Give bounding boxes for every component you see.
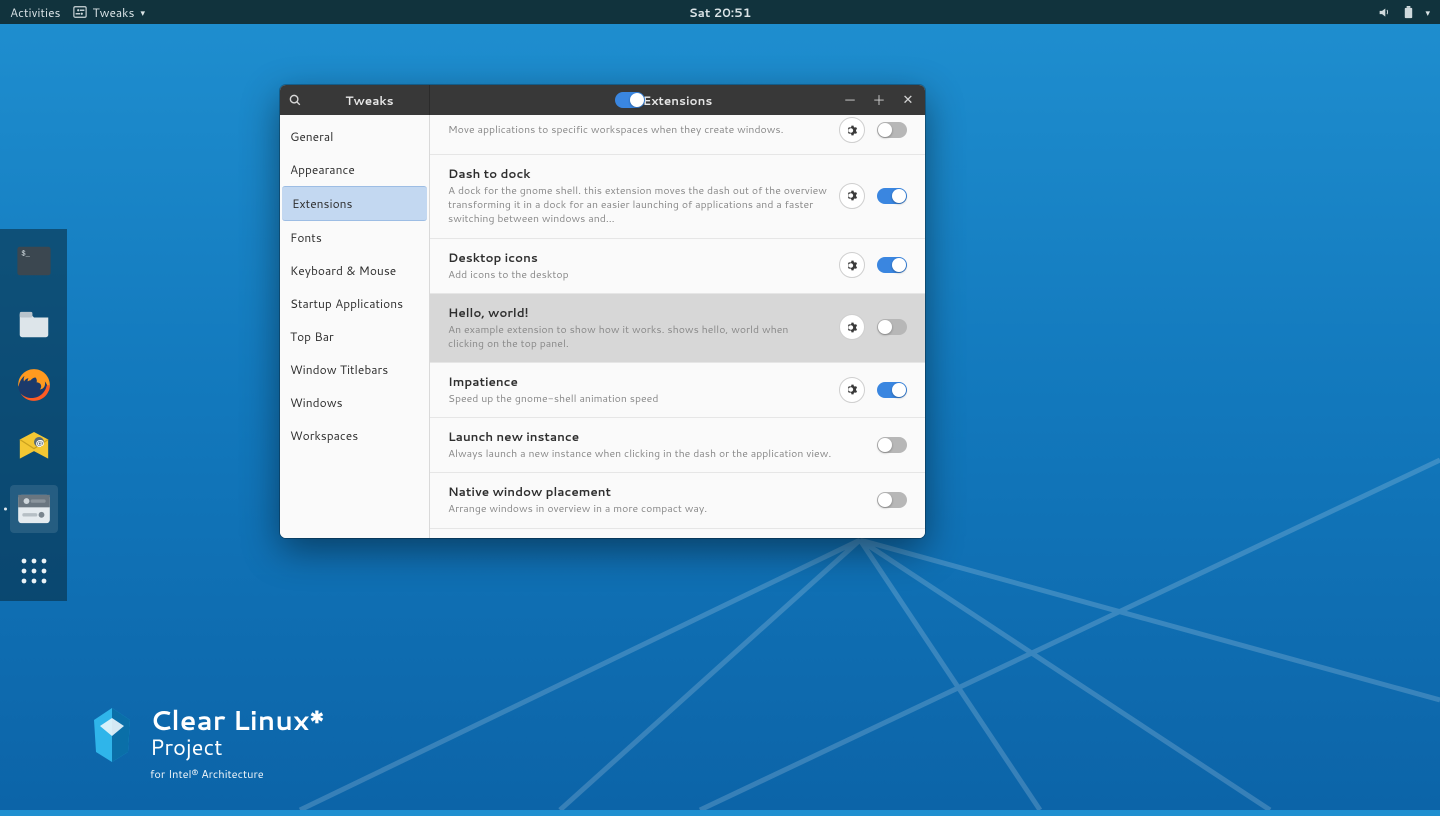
extension-row[interactable]: Desktop icons Add icons to the desktop (430, 239, 925, 294)
extension-name: Desktop icons (448, 249, 827, 266)
extension-settings-button[interactable] (839, 252, 865, 278)
extensions-master-toggle[interactable] (615, 92, 645, 108)
logo-line3: for Intel® Architecture (150, 766, 325, 782)
extension-settings-button[interactable] (839, 117, 865, 143)
dash-to-dock: $_ @ (0, 229, 67, 601)
sidebar-item-extensions[interactable]: Extensions (282, 186, 427, 221)
extension-row[interactable]: Places status indicatorAdd a menu for qu… (430, 529, 925, 538)
clock[interactable]: Sat 20:51 (689, 4, 752, 21)
app-menu[interactable]: Tweaks ▾ (73, 4, 145, 21)
extension-name: Launch new instance (448, 428, 865, 445)
extension-description: Speed up the gnome-shell animation speed (448, 392, 827, 406)
page-title: Extensions (643, 92, 713, 109)
activities-button[interactable]: Activities (10, 4, 61, 21)
extension-toggle[interactable] (877, 437, 907, 453)
sidebar-title: Tweaks (310, 92, 429, 109)
logo-icon (90, 706, 134, 764)
sidebar-item-startup-applications[interactable]: Startup Applications (280, 287, 429, 320)
logo-line1: Clear Linux* (150, 706, 325, 733)
status-area[interactable]: ▾ (1377, 5, 1430, 19)
extension-row[interactable]: Launch new instance Always launch a new i… (430, 418, 925, 473)
extension-description: Move applications to specific workspaces… (448, 123, 827, 137)
extension-row[interactable]: Impatience Speed up the gnome-shell anima… (430, 363, 925, 418)
chevron-down-icon: ▾ (1425, 6, 1430, 19)
tweaks-icon (73, 5, 87, 19)
svg-text:@: @ (35, 436, 44, 448)
sidebar-item-appearance[interactable]: Appearance (280, 153, 429, 186)
minimize-button[interactable]: － (837, 89, 863, 111)
close-button[interactable]: ✕ (895, 89, 921, 111)
dock-terminal[interactable]: $_ (10, 237, 58, 285)
extension-name: Dash to dock (448, 165, 827, 182)
volume-icon (1377, 5, 1391, 19)
dock-firefox[interactable] (10, 361, 58, 409)
sidebar-item-workspaces[interactable]: Workspaces (280, 419, 429, 452)
extension-toggle[interactable] (877, 257, 907, 273)
extension-description: Arrange windows in overview in a more co… (448, 502, 865, 516)
extension-description: An example extension to show how it work… (448, 323, 827, 351)
extension-row[interactable]: Native window placement Arrange windows i… (430, 473, 925, 528)
extension-settings-button[interactable] (839, 314, 865, 340)
sidebar-item-fonts[interactable]: Fonts (280, 221, 429, 254)
extension-description: A dock for the gnome shell. this extensi… (448, 184, 827, 227)
sidebar-item-top-bar[interactable]: Top Bar (280, 320, 429, 353)
sidebar-item-general[interactable]: General (280, 120, 429, 153)
extension-description: Add icons to the desktop (448, 268, 827, 282)
category-sidebar: GeneralAppearanceExtensionsFontsKeyboard… (280, 115, 430, 538)
svg-text:$_: $_ (21, 250, 30, 258)
extension-toggle[interactable] (877, 492, 907, 508)
extension-row[interactable]: Hello, world! An example extension to sho… (430, 294, 925, 363)
sidebar-item-keyboard-mouse[interactable]: Keyboard & Mouse (280, 254, 429, 287)
extension-description: Always launch a new instance when clicki… (448, 447, 865, 461)
sidebar-item-windows[interactable]: Windows (280, 386, 429, 419)
search-button[interactable] (280, 93, 310, 107)
dock-show-apps[interactable] (10, 547, 58, 595)
search-icon (288, 93, 302, 107)
chevron-down-icon: ▾ (140, 6, 145, 19)
extension-name: Impatience (448, 373, 827, 390)
dock-files[interactable] (10, 299, 58, 347)
extension-name: Hello, world! (448, 304, 827, 321)
extension-toggle[interactable] (877, 382, 907, 398)
window-titlebar: Tweaks Extensions － ＋ ✕ (280, 85, 925, 115)
power-icon (1401, 5, 1415, 19)
dock-tweaks[interactable] (10, 485, 58, 533)
extension-toggle[interactable] (877, 122, 907, 138)
extension-toggle[interactable] (877, 319, 907, 335)
extension-settings-button[interactable] (839, 183, 865, 209)
dock-geary[interactable]: @ (10, 423, 58, 471)
gnome-top-bar: Activities Tweaks ▾ Sat 20:51 ▾ (0, 0, 1440, 24)
sidebar-item-window-titlebars[interactable]: Window Titlebars (280, 353, 429, 386)
clear-linux-logo: Clear Linux* Project for Intel® Architec… (90, 706, 325, 782)
maximize-button[interactable]: ＋ (866, 89, 892, 111)
extension-row[interactable]: Move applications to specific workspaces… (430, 115, 925, 155)
extension-name: Native window placement (448, 483, 865, 500)
extension-settings-button[interactable] (839, 377, 865, 403)
tweaks-window: Tweaks Extensions － ＋ ✕ GeneralAppearanc… (280, 85, 925, 538)
app-menu-label: Tweaks (93, 4, 135, 21)
extension-toggle[interactable] (877, 188, 907, 204)
extension-row[interactable]: Dash to dock A dock for the gnome shell. … (430, 155, 925, 239)
extensions-list: Move applications to specific workspaces… (430, 115, 925, 538)
